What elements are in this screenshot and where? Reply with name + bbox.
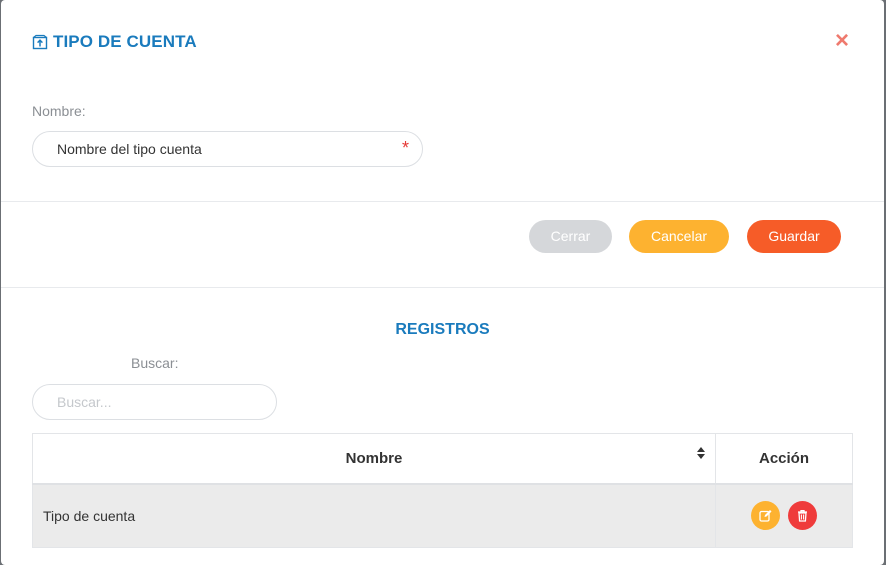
- column-header-name[interactable]: Nombre: [32, 433, 716, 485]
- required-mark: *: [402, 138, 410, 158]
- cell-actions: [715, 483, 853, 548]
- upload-box-icon: [32, 34, 48, 50]
- search-label: Buscar:: [131, 355, 179, 371]
- records-table: Nombre Acción Tipo de cuenta: [32, 433, 853, 548]
- close-icon[interactable]: ×: [832, 29, 852, 53]
- records-title: REGISTROS: [395, 321, 490, 338]
- search-input[interactable]: [32, 384, 277, 420]
- modal-title: TIPO DE CUENTA: [53, 32, 197, 51]
- edit-button[interactable]: [751, 501, 781, 531]
- cancel-button[interactable]: Cancelar: [629, 220, 729, 253]
- modal-header: TIPO DE CUENTA: [32, 32, 197, 52]
- sort-icon[interactable]: [696, 446, 706, 460]
- table-header-row: Nombre Acción: [32, 433, 853, 485]
- edit-icon: [759, 510, 772, 522]
- cell-name: Tipo de cuenta: [32, 483, 716, 548]
- name-label: Nombre:: [32, 103, 86, 119]
- name-field[interactable]: [32, 131, 423, 167]
- delete-button[interactable]: [787, 501, 817, 531]
- column-header-label: Nombre: [345, 449, 403, 467]
- save-button[interactable]: Guardar: [747, 220, 841, 253]
- column-header-action: Acción: [715, 433, 853, 485]
- modal-dialog: TIPO DE CUENTA × Nombre: * Cerrar Cancel…: [1, 0, 884, 565]
- close-button[interactable]: Cerrar: [529, 220, 612, 253]
- table-row: Tipo de cuenta: [32, 483, 853, 548]
- trash-icon: [797, 510, 807, 522]
- divider: [1, 287, 884, 288]
- divider: [1, 201, 884, 202]
